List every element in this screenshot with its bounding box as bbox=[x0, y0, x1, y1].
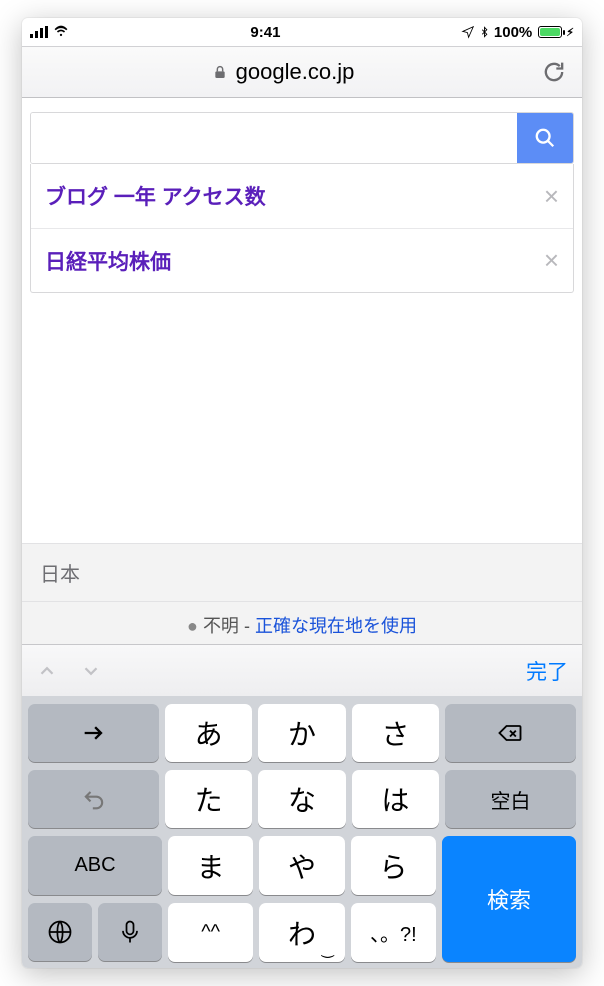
reload-icon[interactable] bbox=[540, 58, 568, 86]
status-bar: 9:41 100% ⚡︎ bbox=[22, 18, 582, 46]
key-ma[interactable]: ま bbox=[168, 836, 253, 895]
key-undo[interactable] bbox=[28, 770, 159, 828]
key-ka[interactable]: か bbox=[258, 704, 345, 762]
key-globe[interactable] bbox=[28, 903, 92, 961]
key-ta[interactable]: た bbox=[165, 770, 252, 828]
location-unknown-text: 不明 bbox=[203, 616, 239, 636]
location-dot-icon: ● bbox=[187, 616, 198, 636]
wifi-icon bbox=[52, 25, 70, 39]
key-next-candidate[interactable] bbox=[28, 704, 159, 762]
remove-suggestion-icon[interactable]: × bbox=[544, 245, 559, 276]
chevron-up-icon[interactable] bbox=[36, 660, 58, 682]
page-footer: 日本 ● 不明 - 正確な現在地を使用 bbox=[22, 543, 582, 644]
suggestion-list: ブログ 一年 アクセス数 × 日経平均株価 × bbox=[30, 164, 574, 293]
globe-icon bbox=[46, 918, 74, 946]
key-wa[interactable]: わ ⏝ bbox=[259, 903, 344, 962]
key-emoticon[interactable]: ^^ bbox=[168, 903, 253, 962]
key-a[interactable]: あ bbox=[165, 704, 252, 762]
search-icon bbox=[534, 127, 556, 149]
search-button[interactable] bbox=[517, 113, 573, 163]
battery-icon bbox=[538, 26, 562, 38]
use-precise-location-link[interactable]: 正確な現在地を使用 bbox=[255, 616, 417, 636]
suggestion-item[interactable]: ブログ 一年 アクセス数 × bbox=[31, 164, 573, 228]
url-host-text: google.co.jp bbox=[236, 59, 355, 85]
microphone-icon bbox=[116, 918, 144, 946]
key-search[interactable]: 検索 bbox=[442, 836, 576, 962]
location-sep: - bbox=[244, 616, 255, 636]
cellular-signal-icon bbox=[30, 26, 48, 38]
status-time: 9:41 bbox=[70, 24, 461, 41]
phone-frame: 9:41 100% ⚡︎ google.co.jp bbox=[22, 18, 582, 968]
key-abc[interactable]: ABC bbox=[28, 836, 162, 895]
key-ha[interactable]: は bbox=[352, 770, 439, 828]
keyboard-done-button[interactable]: 完了 bbox=[526, 656, 568, 686]
footer-location-row: ● 不明 - 正確な現在地を使用 bbox=[22, 601, 582, 644]
key-ya[interactable]: や bbox=[259, 836, 344, 895]
location-arrow-icon bbox=[461, 25, 475, 39]
battery-percent: 100% bbox=[494, 24, 532, 41]
key-punct[interactable]: 、。?! bbox=[351, 903, 436, 962]
suggestion-text: 日経平均株価 bbox=[45, 246, 171, 276]
charging-icon: ⚡︎ bbox=[566, 26, 574, 39]
suggestion-item[interactable]: 日経平均株価 × bbox=[31, 228, 573, 292]
lock-icon bbox=[212, 63, 228, 81]
keyboard: あ か さ た な は 空白 ABC bbox=[22, 696, 582, 968]
key-wa-text: わ bbox=[288, 913, 316, 953]
bluetooth-icon bbox=[479, 24, 490, 40]
search-box bbox=[30, 112, 574, 164]
search-input[interactable] bbox=[31, 113, 517, 163]
backspace-icon bbox=[496, 719, 524, 747]
keyboard-toolbar: 完了 bbox=[22, 644, 582, 696]
page-content: ブログ 一年 アクセス数 × 日経平均株価 × 日本 ● 不明 - 正確な現在地… bbox=[22, 98, 582, 644]
undo-icon bbox=[80, 785, 108, 813]
footer-country: 日本 bbox=[22, 544, 582, 601]
arrow-right-icon bbox=[80, 719, 108, 747]
chevron-down-icon[interactable] bbox=[80, 660, 102, 682]
key-na[interactable]: な bbox=[258, 770, 345, 828]
key-mic[interactable] bbox=[98, 903, 162, 961]
remove-suggestion-icon[interactable]: × bbox=[544, 181, 559, 212]
key-ra[interactable]: ら bbox=[351, 836, 436, 895]
browser-address-bar[interactable]: google.co.jp bbox=[22, 46, 582, 98]
key-sa[interactable]: さ bbox=[352, 704, 439, 762]
key-backspace[interactable] bbox=[445, 704, 576, 762]
suggestion-text: ブログ 一年 アクセス数 bbox=[45, 181, 266, 211]
key-space[interactable]: 空白 bbox=[445, 770, 576, 828]
